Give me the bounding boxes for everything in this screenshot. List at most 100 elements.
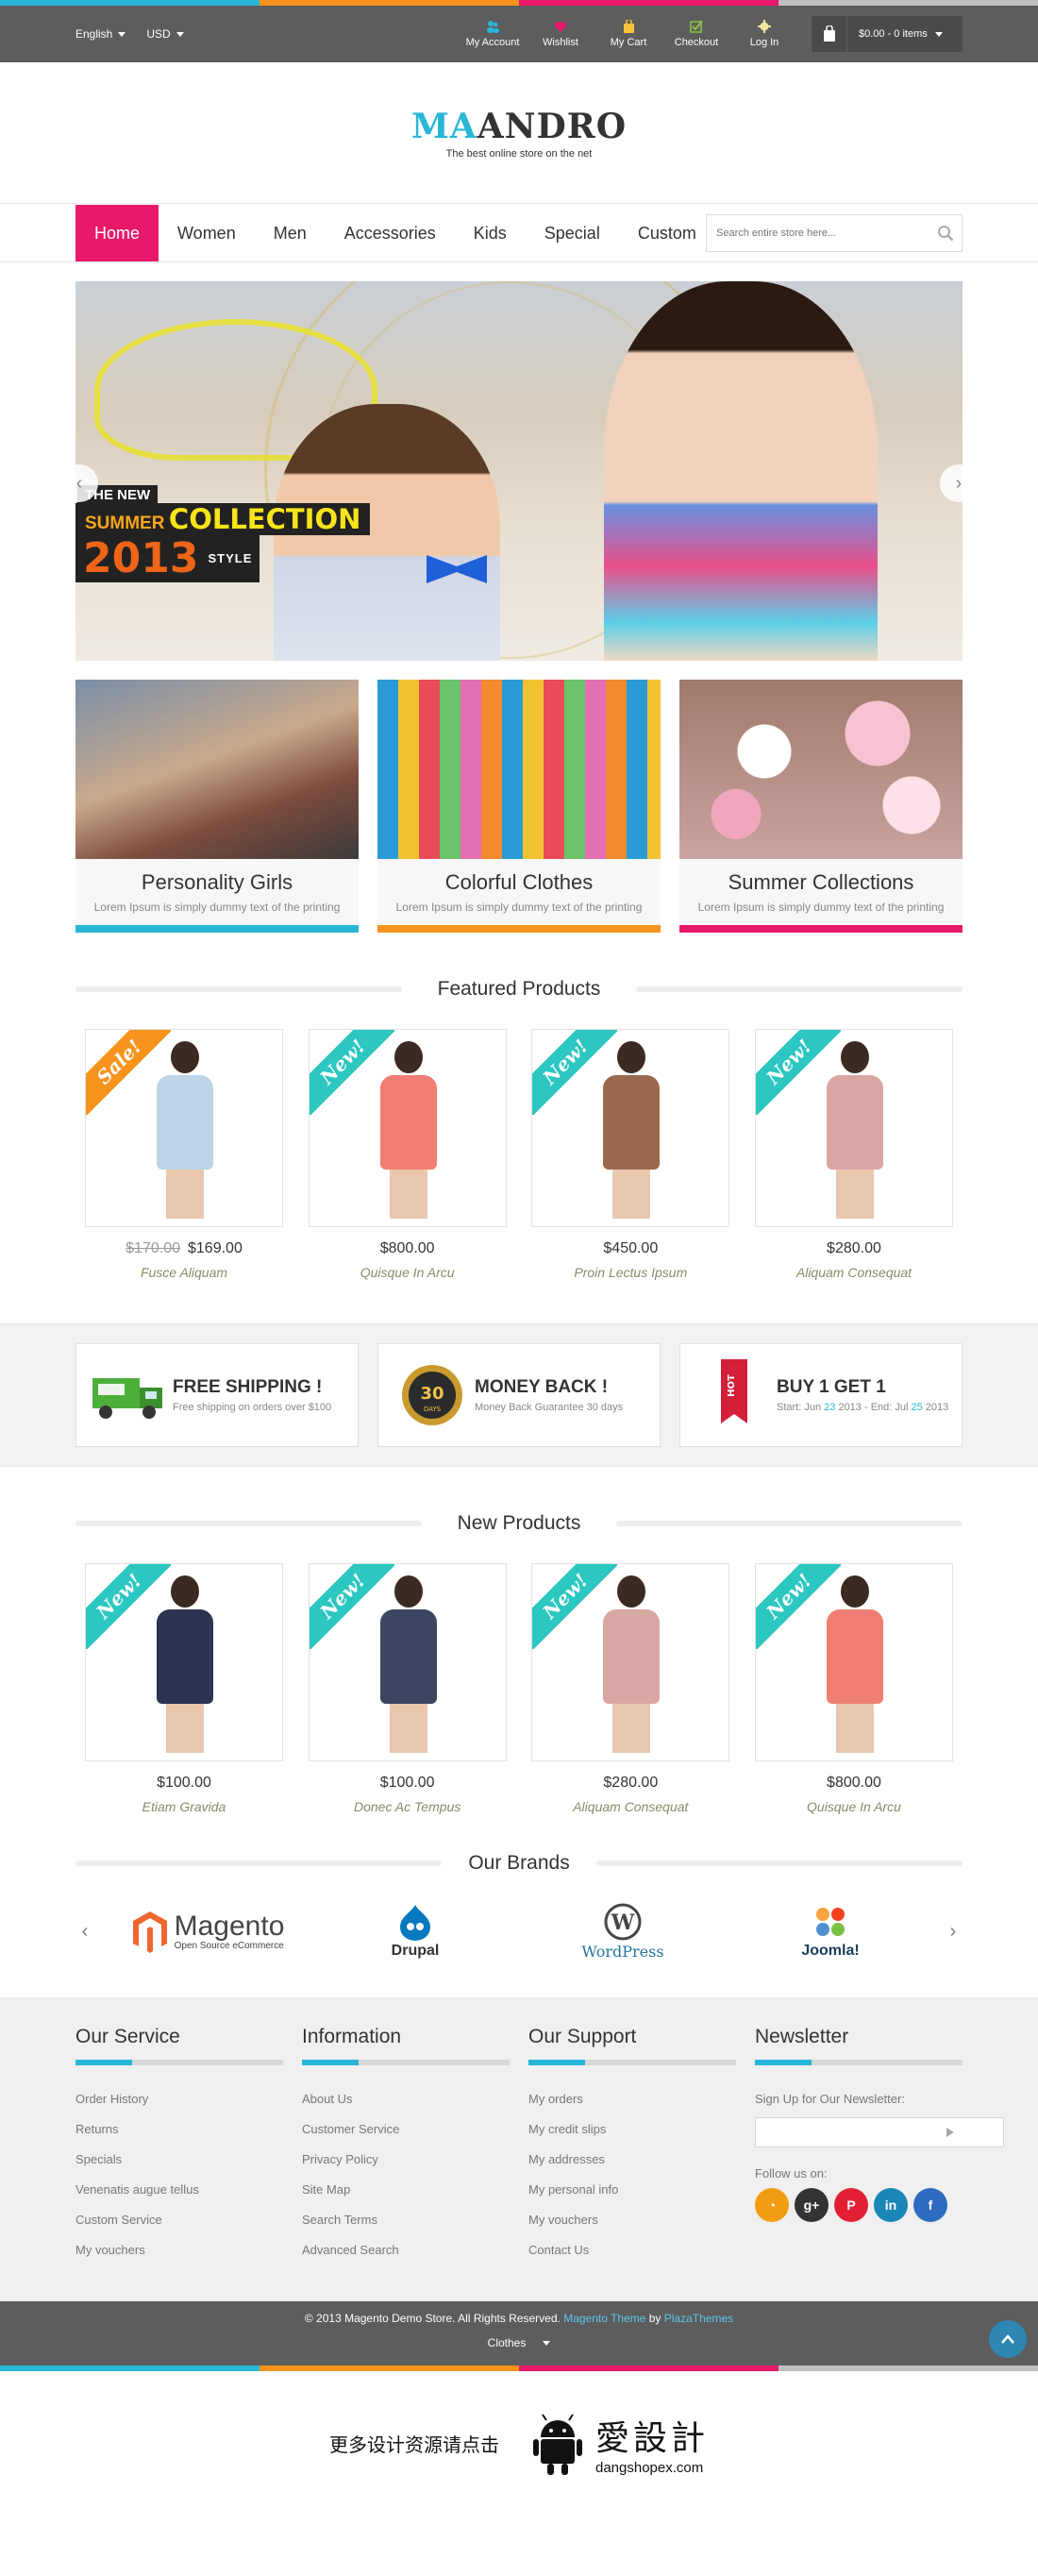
- product-image[interactable]: New!: [531, 1563, 730, 1761]
- linkedin-icon[interactable]: in: [874, 2188, 908, 2222]
- product-name[interactable]: Proin Lectus Ipsum: [531, 1265, 729, 1280]
- nav-item-home[interactable]: Home: [75, 205, 159, 261]
- brands-next-button[interactable]: ›: [944, 1921, 963, 1943]
- banner-personality-girls[interactable]: Personality Girls Lorem Ipsum is simply …: [75, 680, 359, 933]
- search-input[interactable]: [707, 227, 929, 239]
- nav-item-custom[interactable]: Custom M: [619, 205, 698, 261]
- footer: Our Service Order History Returns Specia…: [0, 1997, 1038, 2301]
- chevron-down-icon: [176, 31, 184, 37]
- product-model: [826, 1575, 883, 1755]
- brands-prev-button[interactable]: ‹: [75, 1921, 94, 1943]
- footer-link[interactable]: Site Map: [302, 2182, 510, 2197]
- footer-link[interactable]: My credit slips: [528, 2122, 736, 2136]
- footer-link[interactable]: My orders: [528, 2092, 736, 2106]
- product-name[interactable]: Quisque In Arcu: [755, 1799, 953, 1814]
- product-image[interactable]: New!: [754, 1029, 953, 1227]
- product-model: [379, 1575, 437, 1755]
- pinterest-icon[interactable]: P: [834, 2188, 868, 2222]
- product-card: New! $100.00 Etiam Gravida: [85, 1563, 283, 1814]
- facebook-icon[interactable]: f: [913, 2188, 947, 2222]
- banner-text: Lorem Ipsum is simply dummy text of the …: [93, 901, 341, 914]
- footer-link[interactable]: Contact Us: [528, 2243, 736, 2257]
- google-plus-icon[interactable]: g+: [795, 2188, 829, 2222]
- product-name[interactable]: Donec Ac Tempus: [309, 1799, 507, 1814]
- footer-column-our-service: Our Service Order History Returns Specia…: [75, 2026, 283, 2273]
- footer-link[interactable]: Returns: [75, 2122, 283, 2136]
- currency-select[interactable]: USD: [146, 27, 184, 41]
- product-name[interactable]: Quisque In Arcu: [309, 1265, 507, 1280]
- brand-joomla[interactable]: Joomla!: [736, 1903, 925, 1960]
- wishlist-link[interactable]: Wishlist: [527, 20, 594, 48]
- newsletter-email-input[interactable]: [755, 2117, 1004, 2147]
- footer-link[interactable]: My personal info: [528, 2182, 736, 2197]
- copyright: © 2013 Magento Demo Store. All Rights Re…: [304, 2312, 734, 2325]
- old-price: $170.00: [126, 1240, 180, 1256]
- hero-slider[interactable]: THE NEW SUMMER COLLECTION 2013 STYLE ‹ ›: [75, 281, 963, 661]
- account-icon: [486, 20, 499, 33]
- footer-column-information: Information About Us Customer Service Pr…: [302, 2026, 510, 2273]
- play-arrow-icon[interactable]: [946, 2128, 954, 2137]
- footer-link[interactable]: Custom Service: [75, 2213, 283, 2227]
- plazathemes-link[interactable]: PlazaThemes: [664, 2312, 733, 2325]
- nav-item-kids[interactable]: Kids: [455, 205, 526, 261]
- footer-link[interactable]: Specials: [75, 2152, 283, 2166]
- product-image[interactable]: New!: [308, 1029, 507, 1227]
- footer-link[interactable]: My vouchers: [528, 2213, 736, 2227]
- watermark-banner[interactable]: 更多设计资源请点击 愛設計 dangshopex.com: [0, 2371, 1038, 2516]
- brand-drupal[interactable]: Drupal: [321, 1903, 510, 1960]
- bottom-color-stripe: [0, 2366, 1038, 2371]
- product-model: [157, 1575, 213, 1755]
- search-box: [706, 214, 963, 252]
- footer-link[interactable]: Order History: [75, 2092, 283, 2106]
- banner-title: Personality Girls: [141, 870, 293, 894]
- magento-theme-link[interactable]: Magento Theme: [563, 2312, 645, 2325]
- product-name[interactable]: Etiam Gravida: [85, 1799, 283, 1814]
- product-image[interactable]: New!: [531, 1029, 730, 1227]
- footer-link[interactable]: Customer Service: [302, 2122, 510, 2136]
- slider-next-button[interactable]: ›: [940, 464, 963, 502]
- banner-colorful-clothes[interactable]: Colorful Clothes Lorem Ipsum is simply d…: [377, 680, 661, 933]
- footer-link[interactable]: Advanced Search: [302, 2243, 510, 2257]
- product-image[interactable]: New!: [754, 1563, 953, 1761]
- my-cart-link[interactable]: My Cart: [594, 20, 662, 48]
- product-image[interactable]: New!: [85, 1563, 283, 1761]
- nav-item-accessories[interactable]: Accessories: [326, 205, 455, 261]
- cart-summary-button[interactable]: $0.00 - 0 items: [812, 16, 963, 52]
- product-card: Sale! $170.00 $169.00 Fusce Aliquam: [85, 1029, 283, 1280]
- product-name[interactable]: Fusce Aliquam: [85, 1265, 283, 1280]
- rss-icon[interactable]: ◔: [755, 2188, 789, 2222]
- brands-carousel: ‹ Magento Open Source eCommerce Drupal W…: [75, 1894, 963, 1969]
- footer-link[interactable]: Search Terms: [302, 2213, 510, 2227]
- product-price: $170.00 $169.00: [126, 1240, 243, 1256]
- featured-products-list: Sale! $170.00 $169.00 Fusce Aliquam New! $800…: [75, 1029, 963, 1280]
- site-logo[interactable]: MAANDRO: [411, 107, 627, 146]
- nav-item-men[interactable]: Men: [255, 205, 326, 261]
- footer-link[interactable]: Privacy Policy: [302, 2152, 510, 2166]
- my-account-link[interactable]: My Account: [459, 20, 527, 48]
- banner-summer-collections[interactable]: Summer Collections Lorem Ipsum is simply…: [679, 680, 963, 933]
- chevron-down-icon: [118, 31, 126, 37]
- nav-item-special[interactable]: Special: [526, 205, 619, 261]
- checkout-link[interactable]: Checkout: [662, 20, 730, 48]
- nav-item-women[interactable]: Women: [159, 205, 255, 261]
- footer-link[interactable]: My addresses: [528, 2152, 736, 2166]
- back-to-top-button[interactable]: [989, 2320, 1027, 2358]
- brand-wordpress[interactable]: W WordPress: [528, 1903, 717, 1961]
- login-link[interactable]: Log In: [730, 20, 798, 48]
- product-price: $450.00: [603, 1240, 659, 1256]
- product-image[interactable]: New!: [308, 1563, 507, 1761]
- footer-link[interactable]: About Us: [302, 2092, 510, 2106]
- footer-link[interactable]: Venenatis augue tellus: [75, 2182, 283, 2197]
- product-name[interactable]: Aliquam Consequat: [531, 1799, 729, 1814]
- product-image[interactable]: Sale!: [85, 1029, 283, 1227]
- store-select[interactable]: Clothes: [0, 2336, 1038, 2349]
- product-model: [157, 1041, 213, 1221]
- language-select[interactable]: English: [75, 27, 126, 41]
- product-name[interactable]: Aliquam Consequat: [755, 1265, 953, 1280]
- banner-image: [679, 680, 963, 859]
- chevron-left-icon: ‹: [75, 472, 83, 494]
- brand-magento[interactable]: Magento Open Source eCommerce: [113, 1910, 302, 1953]
- footer-link[interactable]: My vouchers: [75, 2243, 283, 2257]
- new-products-heading: New Products: [75, 1512, 963, 1535]
- search-icon[interactable]: [929, 225, 962, 242]
